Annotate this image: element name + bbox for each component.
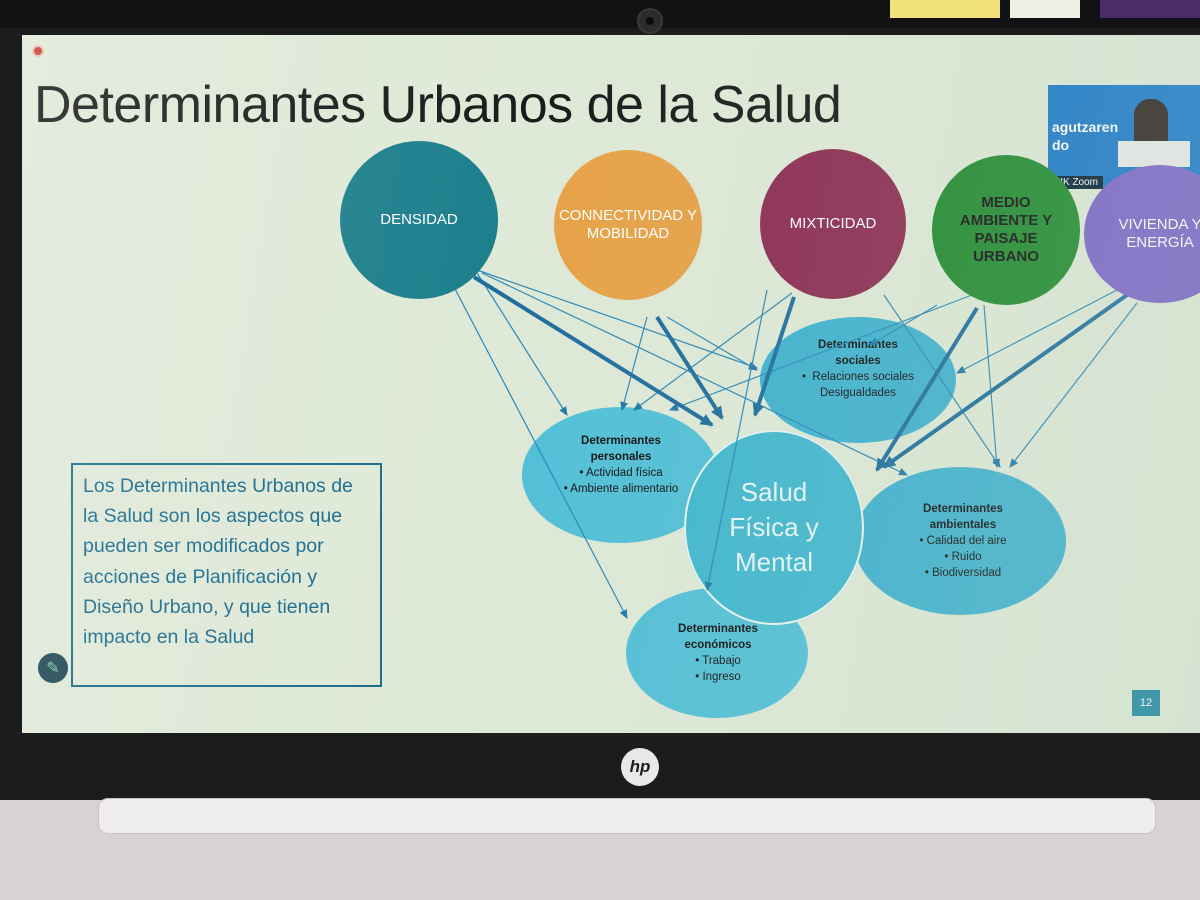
circle-mixticidad: MIXTICIDAD: [760, 149, 906, 299]
sticky-note-3: [1100, 0, 1200, 18]
slide-page-number: 12: [1132, 690, 1160, 716]
circle-vivienda-label: VIVIENDA Y ENERGÍA: [1118, 216, 1200, 251]
laptop-hinge: [98, 798, 1156, 834]
circle-densidad-label: DENSIDAD: [380, 211, 458, 228]
circle-connectividad-label: CONNECTIVIDAD Y MOBILIDAD: [558, 207, 698, 242]
arrow-vivienda-salud: [882, 293, 1129, 469]
arrow-vivienda-ambientales: [1009, 302, 1138, 468]
arrow-mixticidad-economicos: [704, 289, 768, 591]
arrow-connect-sociales: [666, 316, 758, 371]
definition-textbox: Los Determinantes Urbanos de la Salud so…: [71, 463, 382, 687]
arrow-mixticidad-salud: [752, 296, 796, 417]
arrow-connect-personales: [620, 316, 648, 411]
pen-tool-icon[interactable]: ✎: [38, 653, 68, 683]
hp-logo-icon: hp: [621, 748, 659, 786]
circle-connectividad: CONNECTIVIDAD Y MOBILIDAD: [554, 150, 702, 300]
presentation-screen: Determinantes Urbanos de la Salud agutza…: [22, 35, 1200, 733]
arrow-mixticidad-ambientales: [883, 294, 1001, 468]
sticky-note-1: [890, 0, 1000, 18]
circle-medio-ambiente: MEDIO AMBIENTE Y PAISAJE URBANO: [932, 155, 1080, 305]
sticky-note-2: [1010, 0, 1080, 18]
arrow-densidad-salud: [472, 275, 714, 427]
arrow-densidad-economicos: [453, 286, 628, 619]
circle-mixticidad-label: MIXTICIDAD: [789, 215, 877, 232]
arrow-densidad-personales: [471, 264, 568, 416]
webcam: [637, 8, 663, 34]
arrow-medio-sociales: [869, 304, 938, 346]
circle-densidad: DENSIDAD: [340, 141, 498, 299]
circle-medio-ambiente-label: MEDIO AMBIENTE Y PAISAJE URBANO: [959, 194, 1053, 265]
